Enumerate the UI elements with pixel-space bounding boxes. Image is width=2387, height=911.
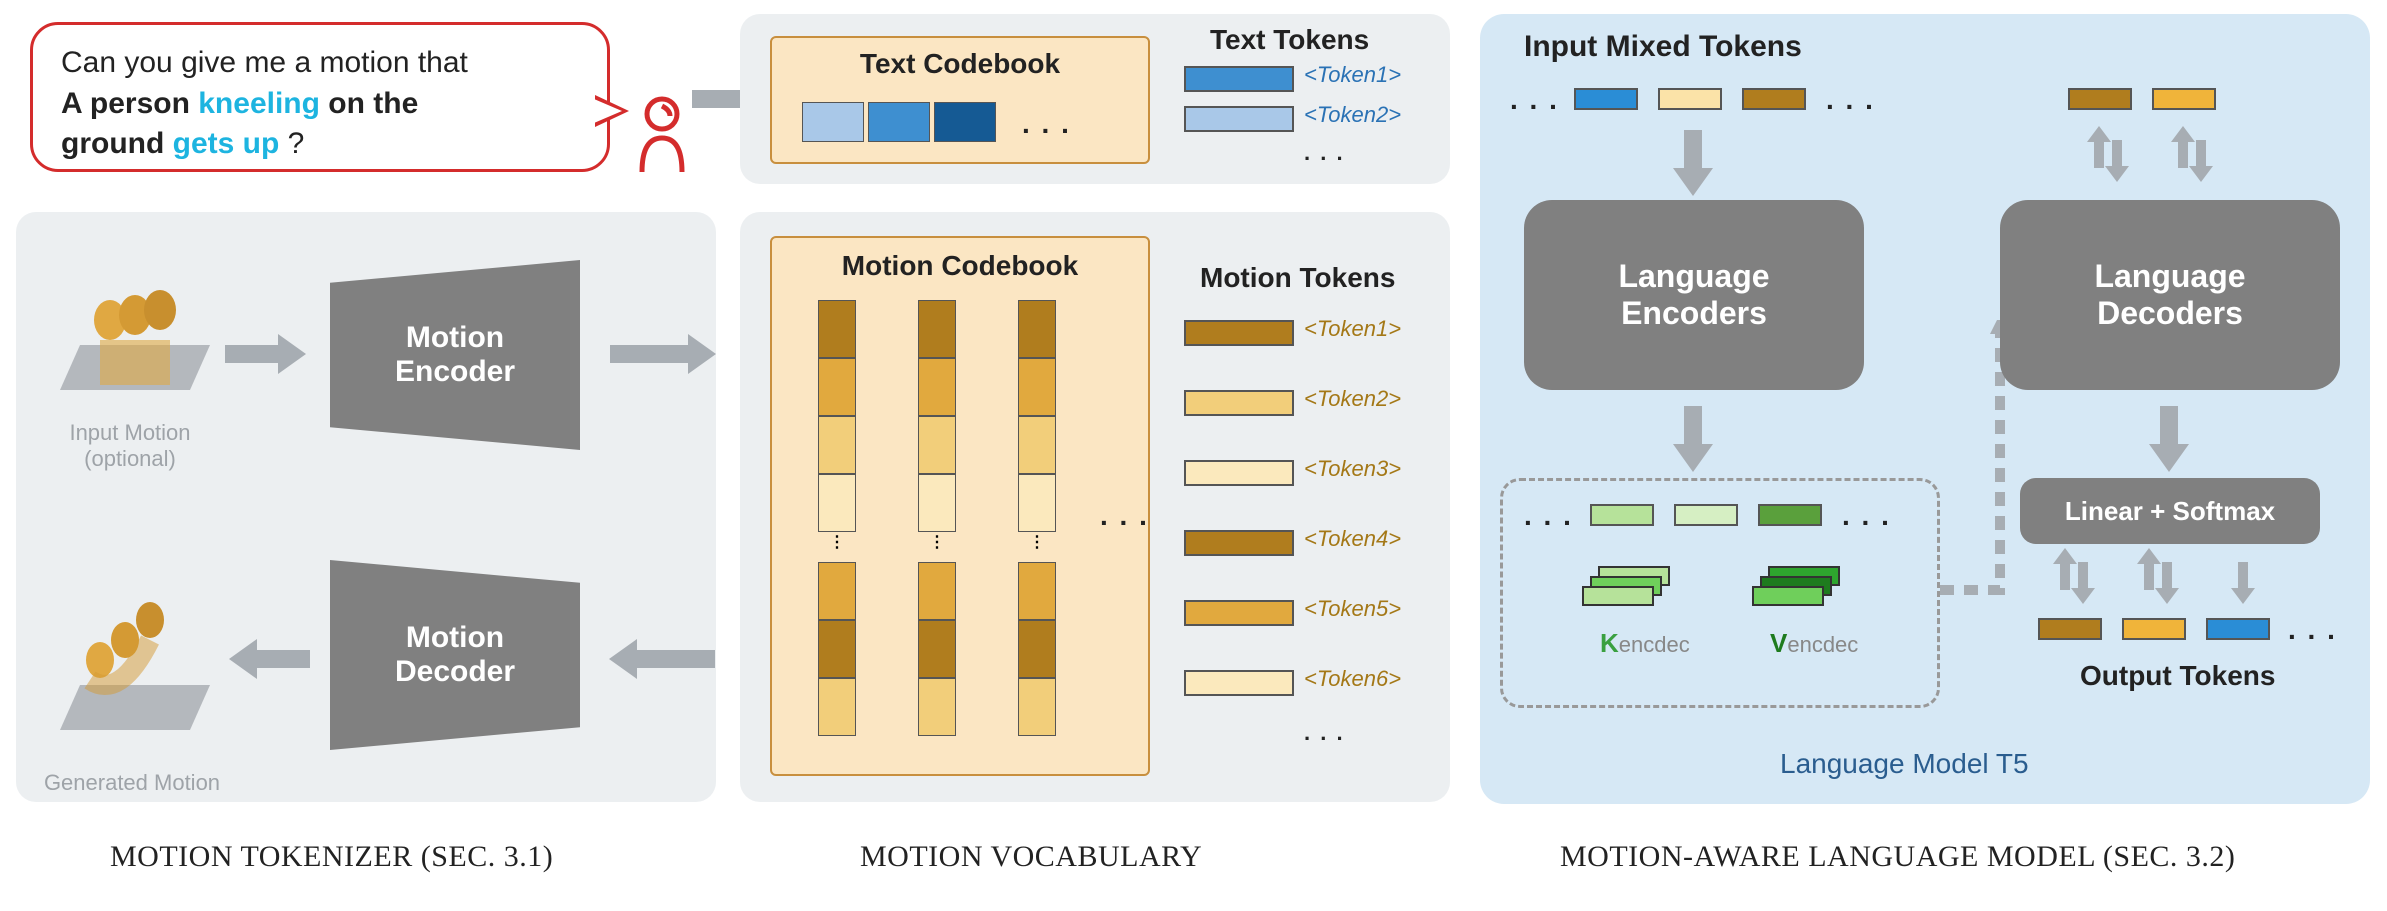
lm-t5-caption: Language Model T5 [1780,748,2029,780]
text-codebook-title: Text Codebook [772,48,1148,80]
speech-bold1: A person [61,87,190,120]
speech-bold2: on the [328,87,418,120]
arrow-encoder-to-codebook [610,345,690,363]
arrow-input-to-encoder [1684,130,1702,170]
motion-decoder-label: Motion Decoder [395,621,515,689]
user-icon [634,96,690,174]
speech-bubble: Can you give me a motion that A person k… [30,22,610,172]
motion-token-2-label: <Token2> [1304,386,1401,412]
motion-token-2-pill [1184,390,1294,416]
arrow-encoder-to-kv [1684,406,1702,446]
motion-token-6-pill [1184,670,1294,696]
motion-token-5-label: <Token5> [1304,596,1401,622]
input-mixed-title: Input Mixed Tokens [1524,30,1802,64]
dec-feedback-1b [2112,140,2122,168]
dec-input-token-2 [2152,88,2216,110]
output-tokens-title: Output Tokens [2080,660,2275,692]
v-label: V [1770,628,1787,658]
motion-token-1-pill [1184,320,1294,346]
enc-out-1 [1590,504,1654,526]
caption-lm: MOTION-AWARE LANGUAGE MODEL (SEC. 3.2) [1560,840,2235,874]
arrow-input-to-encoder [225,345,280,363]
input-token-y1 [1658,88,1722,110]
input-token-blue [1574,88,1638,110]
dec-feedback-2b [2196,140,2206,168]
motion-token-1-label: <Token1> [1304,316,1401,342]
motion-token-5-pill [1184,600,1294,626]
caption-tokenizer: MOTION TOKENIZER (SEC. 3.1) [110,840,553,874]
dec-feedback-2 [2178,140,2188,168]
arrow-decoder-to-linear [2160,406,2178,446]
text-tokens-title: Text Tokens [1210,24,1369,56]
caption-vocab: MOTION VOCABULARY [860,840,1202,874]
motion-encoder-block: Motion Encoder [330,260,580,450]
motion-token-6-label: <Token6> [1304,666,1401,692]
generated-motion-label: Generated Motion [32,770,232,796]
text-token-1-label: <Token1> [1304,62,1401,88]
language-decoders-block: Language Decoders [2000,200,2340,390]
out-arrow-2a [2144,562,2154,590]
linear-softmax-label: Linear + Softmax [2065,496,2275,527]
language-decoders-label: Language Decoders [2094,258,2245,332]
text-token-2-label: <Token2> [1304,102,1401,128]
motion-token-4-pill [1184,530,1294,556]
motion-token-3-pill [1184,460,1294,486]
input-motion-visual [40,230,220,430]
speech-prefix: Can you give me a motion that [61,46,468,79]
k-label: K [1600,628,1619,658]
output-token-3 [2206,618,2270,640]
text-token-2-pill [1184,106,1294,132]
out-arrow-1b [2078,562,2088,590]
out-arrow-1a [2060,562,2070,590]
text-codebook: Text Codebook . . . [770,36,1150,164]
speech-suffix: ? [288,127,305,160]
motion-token-4-label: <Token4> [1304,526,1401,552]
k-sub: encdec [1619,632,1690,657]
motion-token-3-label: <Token3> [1304,456,1401,482]
motion-encoder-label: Motion Encoder [395,321,515,389]
speech-kw1: kneeling [198,87,320,120]
arrow-codebook-to-decoder [635,650,715,668]
dec-input-token-1 [2068,88,2132,110]
enc-out-3 [1758,504,1822,526]
motion-codebook-title: Motion Codebook [772,250,1148,282]
arrow-decoder-to-output [255,650,310,668]
input-motion-label: Input Motion(optional) [40,420,220,472]
speech-kw2: gets up [173,127,280,160]
speech-bold3: ground [61,127,164,160]
speech-tail [595,95,629,127]
output-token-1 [2038,618,2102,640]
dec-feedback-1 [2094,140,2104,168]
output-token-2 [2122,618,2186,640]
generated-motion-visual [40,540,220,760]
input-token-y2 [1742,88,1806,110]
enc-out-2 [1674,504,1738,526]
text-token-1-pill [1184,66,1294,92]
language-encoders-label: Language Encoders [1618,258,1769,332]
motion-tokens-title: Motion Tokens [1200,262,1395,294]
language-encoders-block: Language Encoders [1524,200,1864,390]
out-arrow-3 [2238,562,2248,590]
linear-softmax-block: Linear + Softmax [2020,478,2320,544]
motion-decoder-block: Motion Decoder [330,560,580,750]
out-arrow-2b [2162,562,2172,590]
v-sub: encdec [1787,632,1858,657]
